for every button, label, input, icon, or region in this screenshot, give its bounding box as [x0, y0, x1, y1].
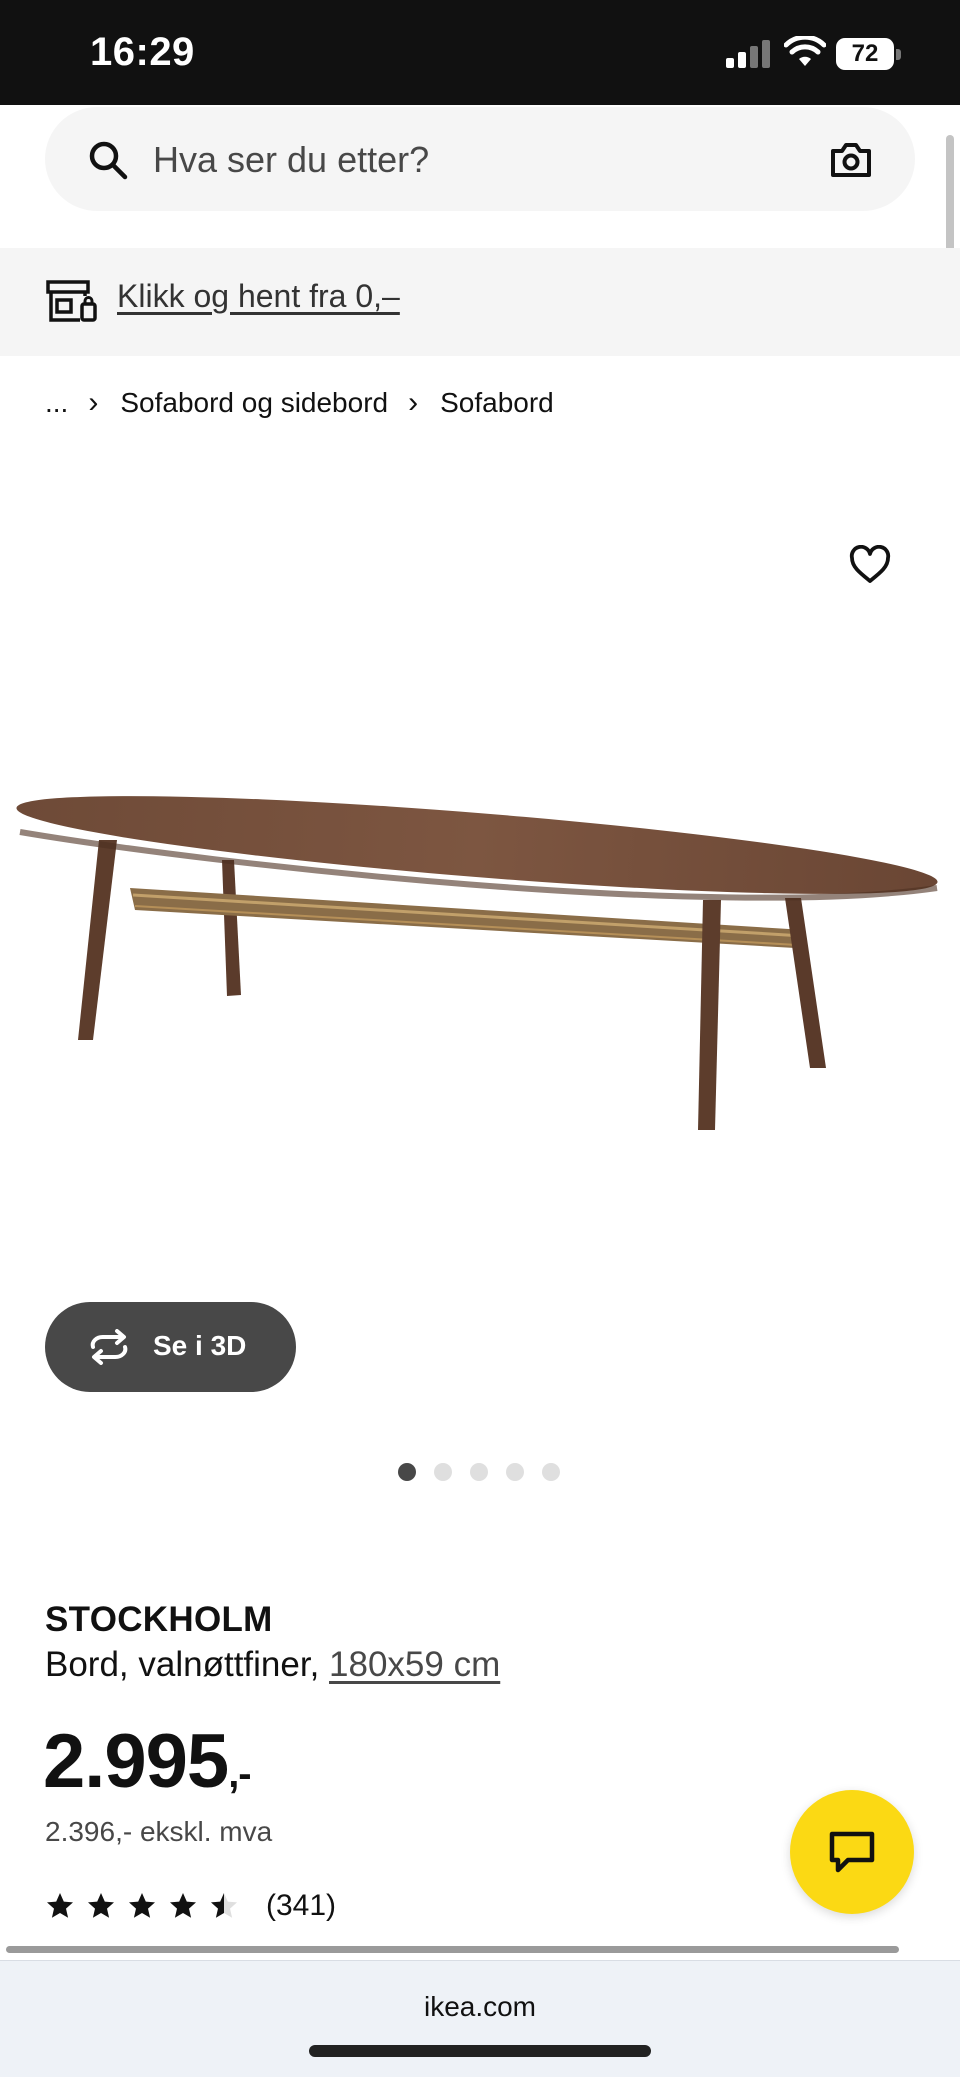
wifi-icon	[784, 36, 826, 66]
chevron-right-icon: ›	[408, 386, 419, 419]
search-bar[interactable]: Hva ser du etter?	[45, 107, 915, 211]
browser-url[interactable]: ikea.com	[0, 1991, 960, 2023]
star-half-icon	[211, 1893, 237, 1918]
view-in-3d-label: Se i 3D	[153, 1330, 247, 1361]
product-page: 16:29 72 Hva ser du etter? Klikk og hent…	[0, 0, 960, 2077]
price-excl-vat: 2.396,- ekskl. mva	[45, 1816, 273, 1847]
search-icon	[89, 141, 128, 180]
cellular-signal-icon	[726, 40, 770, 68]
chevron-right-icon: ›	[88, 386, 99, 419]
star-full-icon	[170, 1893, 196, 1918]
store-icon	[46, 280, 97, 322]
carousel-dot[interactable]	[506, 1463, 524, 1481]
carousel-dot[interactable]	[470, 1463, 488, 1481]
product-name: STOCKHOLM	[45, 1600, 273, 1639]
product-price: 2.995,-	[43, 1718, 252, 1805]
camera-icon[interactable]	[829, 141, 873, 179]
view-in-3d-button[interactable]: Se i 3D	[45, 1302, 296, 1392]
product-description: Bord, valnøttfiner, 180x59 cm	[45, 1645, 500, 1685]
star-full-icon	[88, 1893, 114, 1918]
click-collect-link[interactable]: Klikk og hent fra 0,–	[117, 278, 400, 315]
breadcrumb: ... › Sofabord og sidebord › Sofabord	[45, 385, 554, 421]
chat-button[interactable]	[790, 1790, 914, 1914]
horizontal-scrollbar[interactable]	[6, 1946, 899, 1953]
carousel-dot[interactable]	[398, 1463, 416, 1481]
favorite-heart-icon[interactable]	[848, 545, 892, 585]
product-image[interactable]	[15, 770, 945, 1140]
browser-address-bar[interactable]: ikea.com	[0, 1960, 960, 2077]
chat-bubble-icon	[829, 1831, 875, 1873]
search-input[interactable]: Hva ser du etter?	[153, 139, 429, 181]
star-full-icon	[47, 1893, 73, 1918]
breadcrumb-item-coffee-tables[interactable]: Sofabord	[440, 387, 554, 419]
status-bar: 16:29 72	[0, 0, 960, 105]
product-type: Bord, valnøttfiner,	[45, 1645, 330, 1684]
product-rating[interactable]: (341)	[45, 1888, 336, 1924]
click-collect-banner[interactable]: Klikk og hent fra 0,–	[0, 248, 960, 356]
battery-level: 72	[836, 38, 894, 70]
product-size-link[interactable]: 180x59 cm	[329, 1645, 500, 1684]
price-value: 2.995	[43, 1719, 229, 1804]
review-count: (341)	[266, 1889, 337, 1922]
carousel-dot[interactable]	[542, 1463, 560, 1481]
price-suffix: ,-	[228, 1752, 251, 1796]
image-carousel-dots	[398, 1463, 560, 1481]
home-indicator[interactable]	[309, 2045, 651, 2057]
breadcrumb-item-coffee-side-tables[interactable]: Sofabord og sidebord	[120, 387, 388, 419]
star-full-icon	[129, 1893, 155, 1918]
rotate-3d-icon	[90, 1329, 128, 1365]
breadcrumb-item-ellipsis[interactable]: ...	[45, 387, 68, 419]
status-time: 16:29	[90, 30, 195, 74]
battery-icon: 72	[836, 38, 902, 70]
carousel-dot[interactable]	[434, 1463, 452, 1481]
